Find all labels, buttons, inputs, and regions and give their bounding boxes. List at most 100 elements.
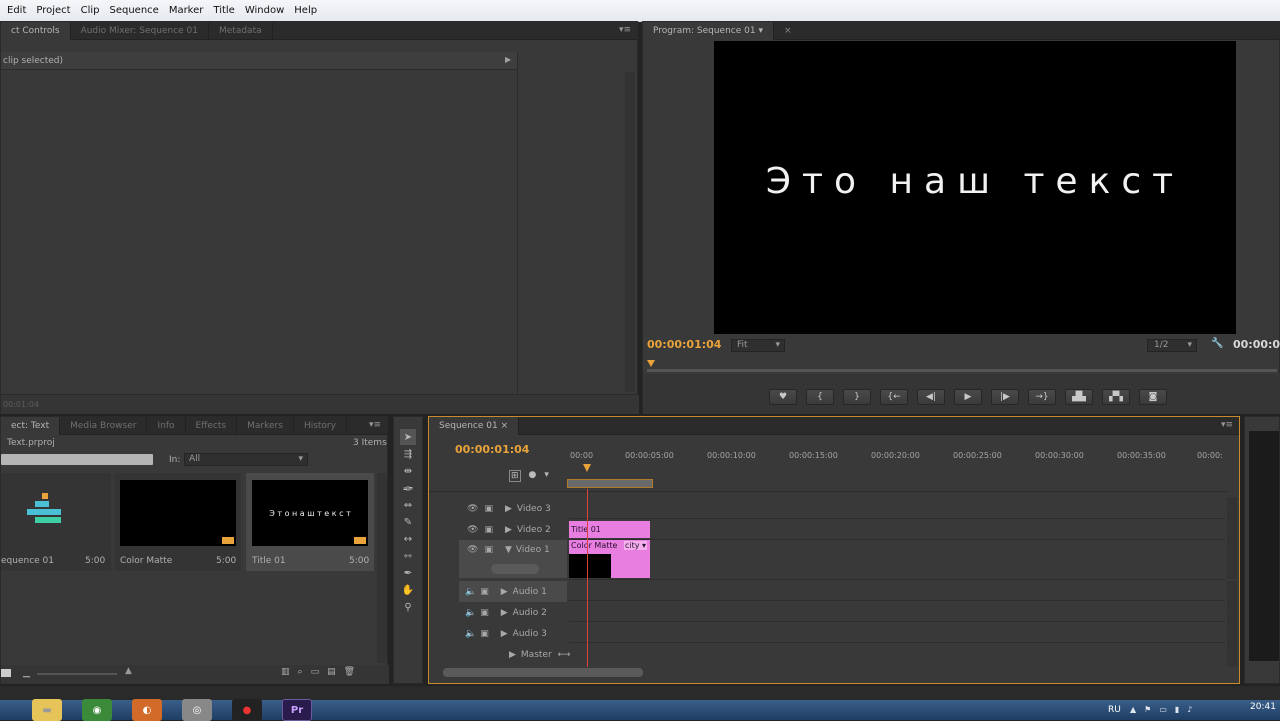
eye-icon[interactable]: 👁 — [467, 504, 478, 514]
eye-icon[interactable]: 👁 — [467, 545, 478, 555]
hand-icon[interactable]: ✋ — [400, 582, 416, 598]
export-frame-icon[interactable]: ◙ — [1139, 389, 1167, 405]
project-item-color-matte[interactable]: Color Matte 5:00 — [115, 473, 241, 571]
menu-title[interactable]: Title — [213, 5, 234, 16]
ripple-edit-icon[interactable]: ⇹ — [400, 463, 416, 479]
track-master[interactable]: ▶ Master ⟷ — [459, 644, 571, 665]
language-indicator[interactable]: RU — [1108, 705, 1121, 715]
new-item-icon[interactable]: ▤ — [327, 667, 336, 677]
timeline-timecode[interactable]: 00:00:01:04 — [455, 443, 529, 456]
step-back-icon[interactable]: ◀| — [917, 389, 945, 405]
tray-icon[interactable]: ▲ — [1130, 705, 1136, 714]
dropdown-icon[interactable]: ▾ — [758, 26, 763, 36]
out-point-icon[interactable]: } — [843, 389, 871, 405]
time-ruler[interactable]: 00:00 00:00:05:00 00:00:10:00 00:00:15:0… — [567, 451, 1229, 491]
slide-icon[interactable]: ⇿ — [400, 548, 416, 564]
fit-select[interactable]: Fit ▾ — [731, 339, 785, 352]
go-to-in-icon[interactable]: {← — [880, 389, 908, 405]
opacity-menu[interactable]: city ▾ — [624, 541, 648, 550]
tab-metadata[interactable]: Metadata — [209, 21, 273, 40]
menu-help[interactable]: Help — [294, 5, 317, 16]
close-tab-icon[interactable]: × — [501, 421, 509, 431]
wrench-icon[interactable]: 🔧 — [1211, 338, 1223, 349]
zoom-slider[interactable] — [37, 673, 117, 675]
firefox-icon[interactable]: ◐ — [132, 699, 162, 721]
audio-scrollbar[interactable] — [1227, 581, 1237, 667]
play-icon[interactable]: ▶ — [954, 389, 982, 405]
timeline-zoom-scrollbar[interactable] — [443, 668, 643, 677]
track-video-1[interactable]: 👁 ▣ ▼ Video 1 — [459, 540, 567, 578]
step-forward-icon[interactable]: |▶ — [991, 389, 1019, 405]
panel-menu-icon[interactable]: ▾≡ — [619, 25, 631, 35]
menu-marker[interactable]: Marker — [169, 5, 204, 16]
track-video-2[interactable]: 👁 ▣ ▶ Video 2 — [459, 519, 551, 540]
selection-tool-icon[interactable]: ➤ — [400, 429, 416, 445]
panel-menu-icon[interactable]: ▾≡ — [369, 420, 381, 430]
film-icon[interactable]: ▣ — [480, 608, 489, 618]
list-view-icon[interactable] — [1, 669, 11, 677]
tab-audio-mixer[interactable]: Audio Mixer: Sequence 01 — [71, 21, 209, 40]
slip-icon[interactable]: ↔ — [400, 531, 416, 547]
tab-media-browser[interactable]: Media Browser — [60, 416, 148, 435]
speaker-icon[interactable]: 🔈 — [465, 587, 476, 597]
film-icon[interactable]: ▣ — [480, 587, 489, 597]
in-point-icon[interactable]: { — [806, 389, 834, 405]
film-icon[interactable]: ▣ — [484, 525, 493, 535]
record-icon[interactable]: ● — [232, 699, 262, 721]
snap-icon[interactable]: ⊞ — [509, 470, 521, 482]
speaker-icon[interactable]: 🔈 — [465, 629, 476, 639]
find-icon[interactable]: ⌕ — [298, 667, 303, 677]
new-bin-icon[interactable]: ▭ — [311, 667, 320, 677]
tab-info[interactable]: Info — [147, 416, 186, 435]
film-icon[interactable]: ▣ — [484, 545, 493, 555]
lift-icon[interactable]: ▟▙ — [1065, 389, 1093, 405]
zoom-out-icon[interactable]: ▁ — [23, 668, 30, 678]
in-filter-select[interactable]: All ▾ — [184, 453, 308, 466]
resolution-select[interactable]: 1/2 ▾ — [1147, 339, 1197, 352]
tab-project[interactable]: ect: Text — [1, 416, 61, 435]
project-item-sequence[interactable]: equence 01 5:00 — [1, 473, 111, 571]
speaker-icon[interactable]: 🔈 — [465, 608, 476, 618]
playhead-icon[interactable] — [583, 464, 591, 472]
rolling-edit-icon[interactable]: ⟚ — [400, 480, 416, 496]
film-icon[interactable]: ▣ — [484, 504, 493, 514]
film-icon[interactable]: ▣ — [480, 629, 489, 639]
play-effect-icon[interactable]: ▶ — [505, 55, 511, 64]
clip-title-01[interactable]: Title 01 — [569, 521, 650, 538]
effect-controls-scrollbar[interactable] — [625, 72, 635, 392]
menu-clip[interactable]: Clip — [81, 5, 100, 16]
pen-icon[interactable]: ✒ — [400, 565, 416, 581]
track-audio-2[interactable]: 🔈 ▣ ▶ Audio 2 — [459, 602, 547, 623]
marker-icon[interactable]: ▾ — [544, 470, 549, 482]
menu-sequence[interactable]: Sequence — [109, 5, 158, 16]
playhead-icon[interactable] — [647, 360, 655, 367]
rate-stretch-icon[interactable]: ⇔ — [400, 497, 416, 513]
tab-effects[interactable]: Effects — [186, 416, 238, 435]
automate-icon[interactable]: ▥ — [281, 667, 290, 677]
expand-icon[interactable]: ▶ — [505, 504, 512, 514]
extract-icon[interactable]: ▞▚ — [1102, 389, 1130, 405]
project-item-title[interactable]: Э т о н а ш т е к с т Title 01 5:00 — [246, 473, 374, 571]
video-scrollbar[interactable] — [1227, 497, 1237, 579]
program-timecode[interactable]: 00:00:01:04 — [647, 338, 721, 351]
menu-window[interactable]: Window — [245, 5, 284, 16]
eye-icon[interactable]: 👁 — [467, 525, 478, 535]
battery-icon[interactable]: ▭ — [1159, 705, 1167, 714]
program-scrubber[interactable] — [647, 360, 1277, 372]
marker-icon[interactable]: ♥ — [769, 389, 797, 405]
flag-icon[interactable]: ⚑ — [1144, 705, 1151, 714]
menu-edit[interactable]: Edit — [7, 5, 26, 16]
file-explorer-icon[interactable]: ▬ — [32, 699, 62, 721]
tab-markers[interactable]: Markers — [237, 416, 294, 435]
panel-menu-icon[interactable]: ▾≡ — [1221, 420, 1233, 430]
search-input[interactable] — [1, 454, 153, 465]
clip-color-matte[interactable]: Color Matte city ▾ — [569, 540, 650, 578]
tab-history[interactable]: History — [294, 416, 347, 435]
tab-effect-controls[interactable]: ct Controls — [1, 21, 71, 40]
expand-icon[interactable]: ▶ — [501, 587, 508, 597]
track-video-3[interactable]: 👁 ▣ ▶ Video 3 — [459, 498, 551, 519]
clock[interactable]: 20:41 — [1250, 702, 1276, 712]
expand-icon[interactable]: ▶ — [505, 525, 512, 535]
trash-icon[interactable]: 🗑 — [344, 667, 355, 677]
volume-icon[interactable]: ♪ — [1187, 705, 1192, 714]
